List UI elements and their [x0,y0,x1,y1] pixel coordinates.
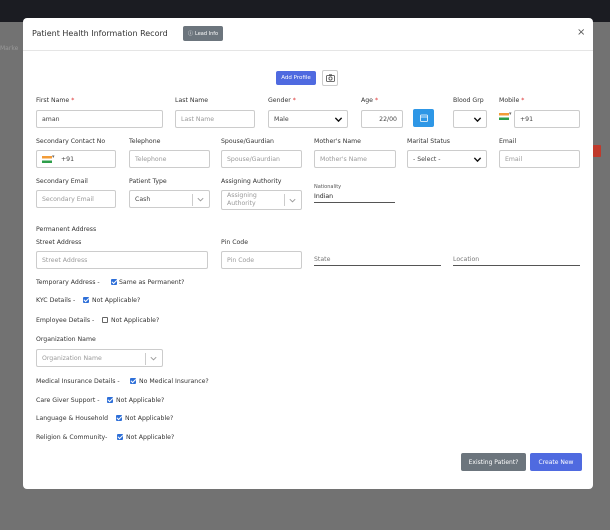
language-not-applicable-label: Not Applicable? [125,415,174,422]
nationality-label: Nationality [314,184,342,190]
chevron-down-icon [289,198,296,203]
patient-type-value: Cash [135,195,151,203]
chevron-down-icon [473,157,482,163]
nationality-field[interactable]: Indian [314,193,395,203]
mother-name-label: Mother's Name [314,138,361,145]
india-flag-icon [42,154,55,163]
kyc-not-applicable-checkbox[interactable] [83,297,89,303]
no-medical-insurance-label: No Medical Insurance? [139,378,209,385]
email-label: Email [499,138,517,145]
blood-grp-select[interactable] [453,110,487,128]
last-name-field[interactable]: Last Name [175,110,255,128]
care-giver-not-applicable-label: Not Applicable? [116,397,165,404]
street-address-field[interactable]: Street Address [36,251,208,269]
add-profile-button[interactable]: Add Profile [276,71,316,85]
permanent-address-title: Permanent Address [36,226,97,233]
secondary-contact-label: Secondary Contact No [36,138,106,145]
modal-title: Patient Health Information Record [32,29,168,38]
kyc-not-applicable-label: Not Applicable? [92,297,141,304]
care-giver-not-applicable-checkbox[interactable] [107,397,113,403]
employee-not-applicable-checkbox[interactable] [102,317,108,323]
first-name-field[interactable]: aman [36,110,163,128]
secondary-email-field[interactable]: Secondary Email [36,190,116,208]
organization-name-select[interactable]: Organization Name [36,349,163,367]
select-separator [145,353,146,365]
language-household-label: Language & Household [36,415,109,422]
religion-community-label: Religion & Community- [36,434,108,441]
religion-not-applicable-checkbox[interactable] [117,434,123,440]
telephone-label: Telephone [129,138,161,145]
calendar-icon [419,114,428,122]
background-delete-button [593,145,601,157]
camera-icon [325,74,335,82]
chevron-down-icon [334,117,343,123]
state-field[interactable]: State [314,256,441,266]
spouse-label: Spouse/Gaurdian [221,138,274,145]
select-separator [284,194,285,206]
employee-not-applicable-label: Not Applicable? [111,317,160,324]
blood-grp-label: Blood Grp [453,97,484,104]
same-as-permanent-label: Same as Permanent? [119,279,185,286]
india-flag-icon [499,111,512,120]
medical-insurance-label: Medical Insurance Details - [36,378,120,385]
location-field[interactable]: Location [453,256,580,266]
marital-status-value: - Select - [413,155,441,163]
chevron-down-icon [473,117,482,123]
patient-type-label: Patient Type [129,178,167,185]
last-name-label: Last Name [175,97,209,104]
assigning-authority-value: Assigning Authority [227,191,257,207]
telephone-field[interactable]: Telephone [129,150,210,168]
modal-header: Patient Health Information Record ⓘ Lead… [23,18,593,51]
organization-name-label: Organization Name [36,336,96,343]
age-label: Age * [361,97,379,104]
first-name-label: First Name * [36,97,75,104]
same-as-permanent-checkbox[interactable] [111,279,117,285]
gender-label: Gender * [268,97,296,104]
select-separator [192,194,193,206]
gender-value: Male [274,115,289,123]
mobile-label: Mobile * [499,97,525,104]
kyc-details-label: KYC Details - [36,297,76,304]
patient-record-modal: Patient Health Information Record ⓘ Lead… [23,18,593,489]
employee-details-label: Employee Details - [36,317,95,324]
no-medical-insurance-checkbox[interactable] [130,378,136,384]
existing-patient-button[interactable]: Existing Patient? [461,453,526,471]
patient-type-select[interactable]: Cash [129,190,210,208]
marital-status-select[interactable]: - Select - [407,150,487,168]
organization-name-value: Organization Name [42,354,102,362]
background-header-text: Marke [0,45,19,52]
age-field[interactable]: 22/00 [361,110,403,128]
spouse-field[interactable]: Spouse/Gaurdian [221,150,302,168]
chevron-down-icon [197,197,204,202]
temporary-address-label: Temporary Address - [36,279,100,286]
assigning-authority-select[interactable]: Assigning Authority [221,190,302,210]
lead-info-label: Lead Info [195,30,219,37]
mobile-field[interactable]: +91 [514,110,580,128]
camera-button[interactable] [322,70,338,86]
care-giver-label: Care Giver Support - [36,397,100,404]
secondary-contact-value: +91 [61,155,75,163]
marital-status-label: Marital Status [407,138,451,145]
assigning-authority-label: Assigning Authority [221,178,282,185]
email-field[interactable]: Email [499,150,580,168]
gender-select[interactable]: Male [268,110,348,128]
secondary-email-label: Secondary Email [36,178,88,185]
language-not-applicable-checkbox[interactable] [116,415,122,421]
mother-name-field[interactable]: Mother's Name [314,150,396,168]
info-icon: ⓘ [188,31,194,37]
religion-not-applicable-label: Not Applicable? [126,434,175,441]
mobile-country-flag[interactable] [499,111,512,122]
calendar-button[interactable] [413,109,434,127]
pin-code-field[interactable]: Pin Code [221,251,302,269]
street-address-label: Street Address [36,239,82,246]
lead-info-button[interactable]: ⓘ Lead Info [183,26,224,41]
secondary-contact-field[interactable]: +91 [36,150,116,168]
create-new-button[interactable]: Create New [530,453,582,471]
chevron-down-icon [150,356,157,361]
close-icon[interactable]: × [577,27,585,38]
pin-code-label: Pin Code [221,239,249,246]
